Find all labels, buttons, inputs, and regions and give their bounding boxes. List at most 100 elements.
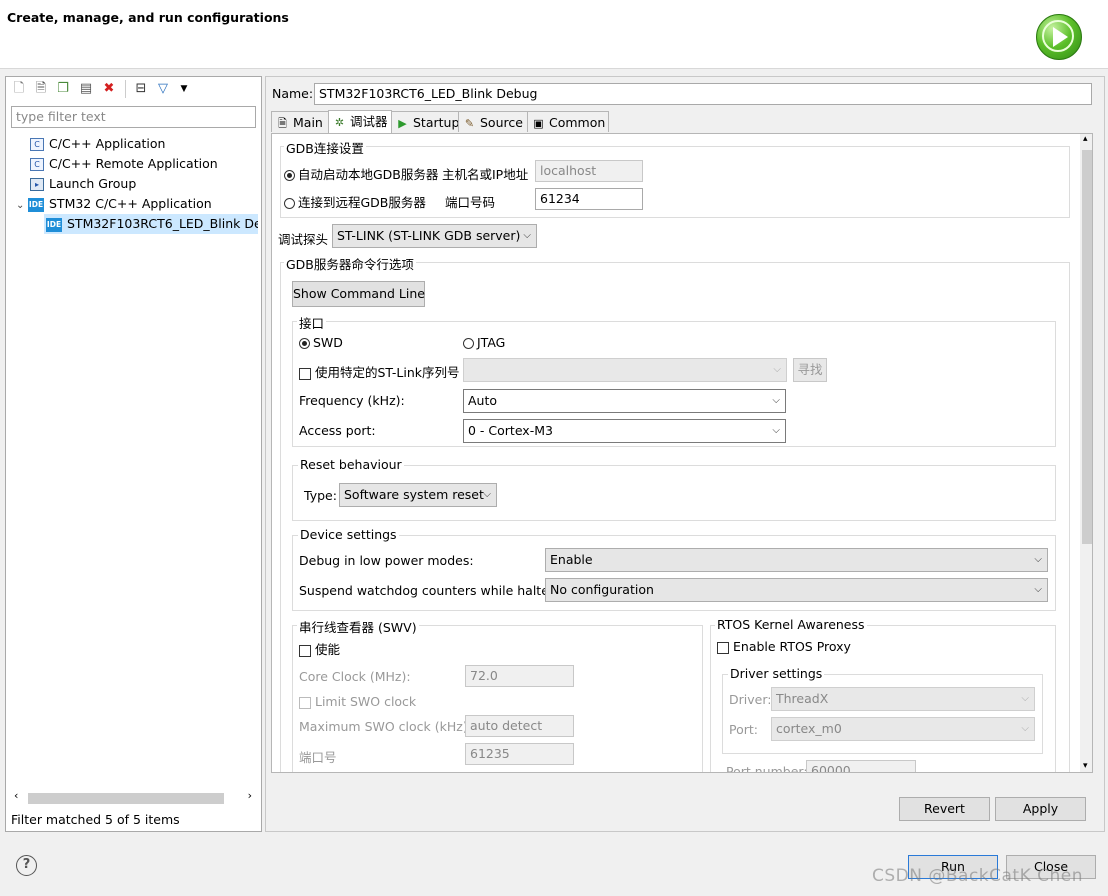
max-swo-field[interactable]: auto detect	[465, 715, 574, 737]
apply-button[interactable]: Apply	[995, 797, 1086, 821]
radio-label: 连接到远程GDB服务器	[298, 195, 426, 210]
scroll-up-icon[interactable]: ▴	[1083, 134, 1088, 144]
dialog-header: Create, manage, and run configurations	[0, 0, 1108, 69]
revert-button[interactable]: Revert	[899, 797, 990, 821]
scroll-left-icon[interactable]: ‹	[14, 789, 18, 802]
checkbox-label: 使能	[315, 642, 341, 657]
tab-common[interactable]: ▣ Common	[527, 111, 609, 132]
tree-horizontal-scrollbar[interactable]: ‹ ›	[12, 789, 256, 805]
dropdown-icon[interactable]: ▼	[176, 81, 192, 97]
scroll-down-icon[interactable]: ▾	[1083, 761, 1088, 771]
watchdog-select[interactable]: No configuration ⌵	[545, 578, 1048, 602]
frequency-select[interactable]: Auto ⌵	[463, 389, 786, 413]
rtos-port-select[interactable]: cortex_m0 ⌵	[771, 717, 1035, 741]
radio-selected-icon	[284, 170, 295, 181]
driver-value: ThreadX	[776, 691, 829, 706]
watermark: CSDN @BackCatK Chen	[872, 866, 1084, 886]
probe-select[interactable]: ST-LINK (ST-LINK GDB server) ⌵	[332, 224, 537, 248]
frequency-label: Frequency (kHz):	[299, 393, 405, 408]
access-port-label: Access port:	[299, 423, 376, 438]
probe-label: 调试探头	[278, 232, 329, 247]
tree-item-cpp-application[interactable]: C C/C++ Application	[30, 134, 165, 154]
tab-label: 调试器	[350, 114, 388, 129]
port-number-field[interactable]: 60000	[806, 760, 916, 772]
delete-icon[interactable]: ✖	[101, 81, 117, 97]
chevron-down-icon: ⌵	[523, 230, 531, 241]
gdb-connection-title: GDB连接设置	[284, 138, 366, 157]
access-port-select[interactable]: 0 - Cortex-M3 ⌵	[463, 419, 786, 443]
reset-type-select[interactable]: Software system reset ⌵	[339, 483, 497, 507]
tree-item-launch-group[interactable]: ▸ Launch Group	[30, 174, 136, 194]
access-port-value: 0 - Cortex-M3	[468, 423, 553, 438]
config-editor-pane: Name: STM32F103RCT6_LED_Blink Debug 🗎 Mai…	[265, 76, 1105, 832]
ide-icon: IDE	[46, 217, 62, 232]
local-gdb-radio[interactable]: 自动启动本地GDB服务器	[284, 164, 438, 183]
filter-input[interactable]: type filter text	[11, 106, 256, 128]
core-clock-field[interactable]: 72.0	[465, 665, 574, 687]
watchdog-label: Suspend watchdog counters while halted:	[299, 583, 562, 598]
reset-behaviour-title: Reset behaviour	[298, 457, 404, 472]
debugger-tab-content: GDB连接设置 自动启动本地GDB服务器 主机名或IP地址 localhost …	[271, 133, 1093, 773]
serial-number-checkbox[interactable]: 使用特定的ST-Link序列号	[299, 362, 460, 381]
tree-item-blink-debug[interactable]: IDE STM32F103RCT6_LED_Blink Debug	[44, 214, 258, 234]
host-field[interactable]: localhost	[535, 160, 643, 182]
scroll-thumb[interactable]	[28, 793, 224, 804]
swv-title: 串行线查看器 (SWV)	[297, 617, 419, 636]
common-tab-icon: ▣	[533, 117, 544, 130]
port-field[interactable]: 61234	[535, 188, 643, 210]
filter-icon[interactable]: ▽	[155, 81, 171, 97]
swd-radio[interactable]: SWD	[299, 335, 343, 350]
startup-tab-icon: ▶	[398, 117, 407, 130]
content-vertical-scrollbar[interactable]: ▴ ▾	[1080, 134, 1092, 772]
tab-debugger[interactable]: ✲ 调试器	[328, 110, 392, 133]
reset-type-value: Software system reset	[344, 487, 484, 502]
find-button[interactable]: 寻找	[793, 358, 827, 382]
collapse-all-icon[interactable]: ⊟	[133, 81, 149, 97]
chevron-down-icon: ⌵	[1021, 723, 1029, 734]
watchdog-value: No configuration	[550, 582, 654, 597]
swv-port-field[interactable]: 61235	[465, 743, 574, 765]
driver-select[interactable]: ThreadX ⌵	[771, 687, 1035, 711]
rtos-proxy-checkbox[interactable]: Enable RTOS Proxy	[717, 639, 851, 654]
export-icon[interactable]: ▤	[78, 81, 94, 97]
tree-item-cpp-remote-application[interactable]: C C/C++ Remote Application	[30, 154, 218, 174]
rtos-port-label: Port:	[729, 722, 758, 737]
checkbox-label: 使用特定的ST-Link序列号	[315, 365, 460, 380]
serial-number-select[interactable]: ⌵	[463, 358, 787, 382]
chevron-down-icon: ⌵	[1034, 584, 1042, 595]
name-field[interactable]: STM32F103RCT6_LED_Blink Debug	[314, 83, 1092, 105]
show-command-line-button[interactable]: Show Command Line	[292, 281, 425, 307]
reset-type-label: Type:	[304, 488, 337, 503]
jtag-radio[interactable]: JTAG	[463, 335, 505, 350]
c-icon: C	[30, 138, 44, 151]
tab-source[interactable]: ✎ Source	[458, 111, 528, 132]
checkbox-icon	[299, 644, 311, 657]
help-icon[interactable]: ?	[16, 855, 37, 876]
new-config-icon[interactable]: 🗋	[11, 81, 27, 97]
checkbox-icon	[299, 367, 311, 380]
low-power-value: Enable	[550, 552, 593, 567]
duplicate-icon[interactable]: ❐	[55, 81, 71, 97]
remote-gdb-radio[interactable]: 连接到远程GDB服务器	[284, 192, 426, 211]
checkbox-label: Enable RTOS Proxy	[733, 639, 851, 654]
low-power-select[interactable]: Enable ⌵	[545, 548, 1048, 572]
checkbox-icon	[717, 641, 729, 654]
tab-label: Source	[480, 115, 523, 130]
launch-group-icon: ▸	[30, 178, 44, 191]
tree-item-label: C/C++ Application	[49, 136, 166, 151]
scroll-thumb[interactable]	[1082, 150, 1092, 544]
name-label: Name:	[272, 86, 314, 101]
tree-item-stm32-application[interactable]: ⌄ IDE STM32 C/C++ Application	[16, 194, 212, 214]
radio-unselected-icon	[463, 338, 474, 349]
new-prototype-icon[interactable]: 🗎	[33, 81, 49, 97]
tab-startup[interactable]: ▶ Startup	[391, 111, 459, 132]
swv-enable-checkbox[interactable]: 使能	[299, 639, 340, 658]
tab-main[interactable]: 🗎 Main	[271, 111, 329, 132]
rtos-port-value: cortex_m0	[776, 721, 842, 736]
expand-chevron-icon[interactable]: ⌄	[16, 196, 28, 216]
config-tree-pane: 🗋 🗎 ❐ ▤ ✖ ⊟ ▽ ▼ type filter text C C/C++ …	[5, 76, 262, 832]
limit-swo-checkbox[interactable]: Limit SWO clock	[299, 694, 416, 709]
driver-settings-title: Driver settings	[728, 666, 825, 681]
tree-item-label: STM32 C/C++ Application	[49, 196, 212, 211]
scroll-right-icon[interactable]: ›	[248, 789, 252, 802]
